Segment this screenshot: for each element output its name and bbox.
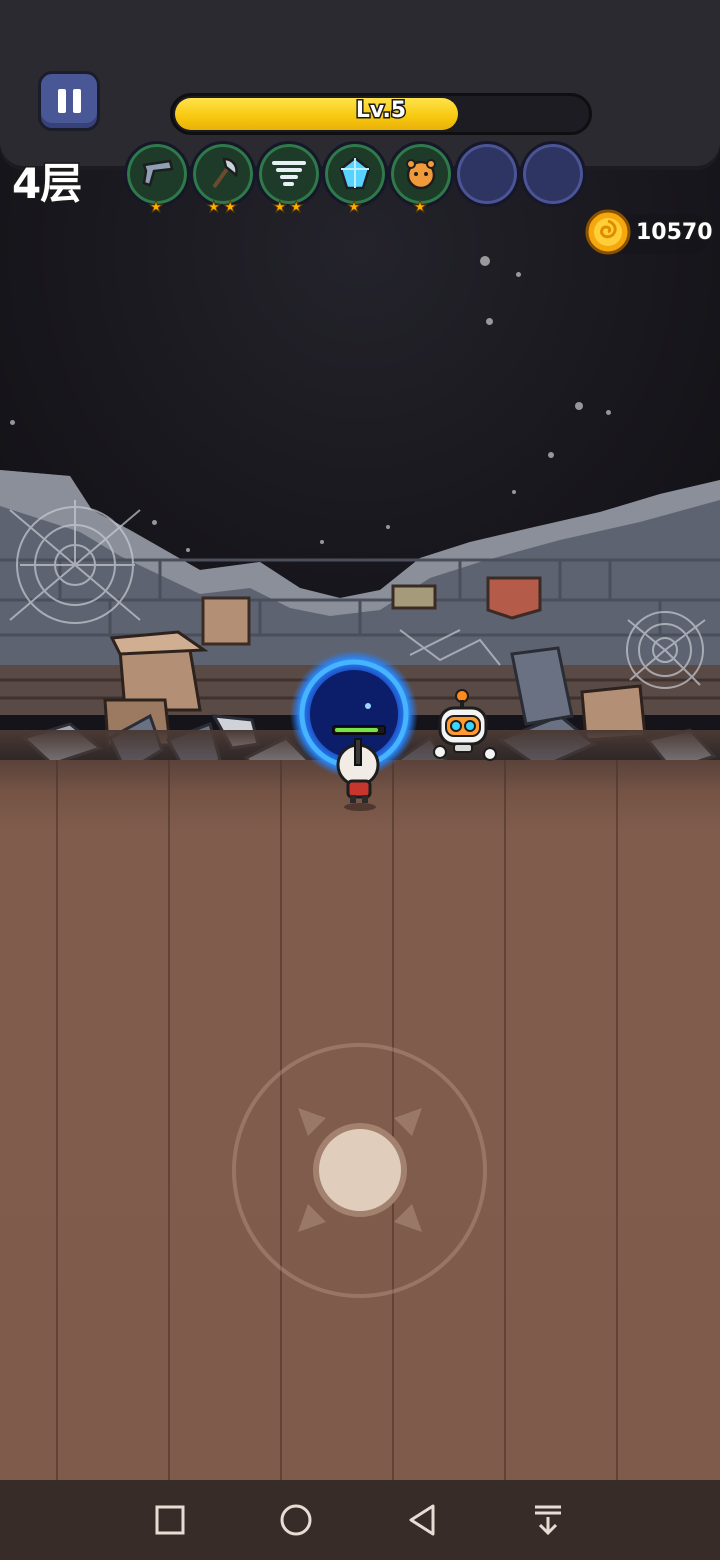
home-icon[interactable]: [274, 1498, 318, 1542]
skill-star-rating: ★★: [272, 197, 306, 217]
floor-indicator: 4层: [10, 158, 83, 210]
xp-progress-bar: Lv.5: [170, 93, 592, 135]
skill-star-rating: ★: [148, 197, 166, 217]
back-icon[interactable]: [400, 1498, 444, 1542]
skill-slots: ★ ★★ ★★ ★ ★: [124, 141, 594, 217]
player-character: [330, 725, 390, 811]
empty-skill-slot[interactable]: [454, 141, 520, 207]
skill-slot-tornado[interactable]: ★★: [256, 141, 322, 217]
pause-icon: [57, 89, 66, 113]
player-health-bar: [332, 725, 386, 735]
skill-star-rating: ★: [346, 197, 364, 217]
skill-star-rating: ★★: [206, 197, 240, 217]
skill-slot-ice-crystal[interactable]: ★: [322, 141, 388, 217]
skill-slot-pistol[interactable]: ★: [124, 141, 190, 217]
level-label: Lv.5: [354, 97, 407, 125]
empty-skill-slot[interactable]: [520, 141, 586, 207]
virtual-joystick-knob[interactable]: [313, 1123, 407, 1217]
robot-companion: [433, 689, 497, 761]
skill-star-rating: ★: [412, 197, 430, 217]
pause-button[interactable]: [38, 71, 100, 131]
skill-slot-hamster-pet[interactable]: ★: [388, 141, 454, 217]
recent-apps-icon[interactable]: [148, 1498, 192, 1542]
gold-coin-icon: [585, 209, 631, 255]
notification-pulldown-icon[interactable]: [526, 1498, 570, 1542]
skill-slot-axe[interactable]: ★★: [190, 141, 256, 217]
system-navigation-bar: [0, 1480, 720, 1560]
coin-amount: 10570: [635, 219, 715, 247]
